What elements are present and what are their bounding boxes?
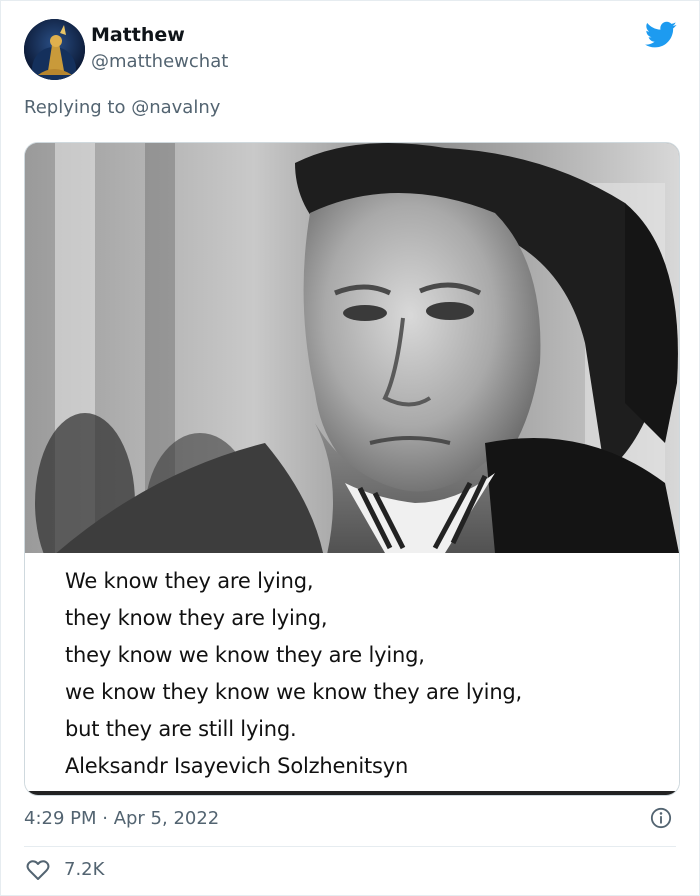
quote-line-5: but they are still lying. — [65, 717, 297, 741]
tweet-card: Matthew @matthewchat Replying to @navaln… — [0, 0, 700, 896]
avatar[interactable] — [24, 19, 85, 80]
media-bottom-edge — [25, 791, 679, 795]
reply-target-link[interactable]: @navalny — [131, 97, 220, 118]
info-icon[interactable] — [650, 807, 672, 829]
tweet-media[interactable]: We know they are lying, they know they a… — [24, 142, 680, 796]
quote-line-1: We know they are lying, — [65, 569, 314, 593]
reply-context: Replying to @navalny — [24, 97, 220, 119]
reply-label: Replying to — [24, 97, 126, 118]
avatar-image — [24, 19, 85, 80]
heart-icon[interactable] — [26, 859, 50, 881]
tweet-timestamp[interactable]: 4:29 PM · Apr 5, 2022 — [24, 807, 219, 831]
twitter-bird-icon[interactable] — [645, 21, 677, 49]
quote-line-3: they know we know they are lying, — [65, 643, 425, 667]
quote-attribution: Aleksandr Isayevich Solzhenitsyn — [65, 754, 409, 778]
quote-line-2: they know they are lying, — [65, 606, 328, 630]
divider — [24, 846, 676, 847]
portrait-photo — [25, 143, 679, 553]
quote-text-block: We know they are lying, they know they a… — [25, 553, 679, 791]
like-count: 7.2K — [64, 859, 105, 880]
author-handle[interactable]: @matthewchat — [91, 51, 228, 73]
quote-line-4: we know they know we know they are lying… — [65, 680, 523, 704]
author-name[interactable]: Matthew — [91, 23, 185, 47]
